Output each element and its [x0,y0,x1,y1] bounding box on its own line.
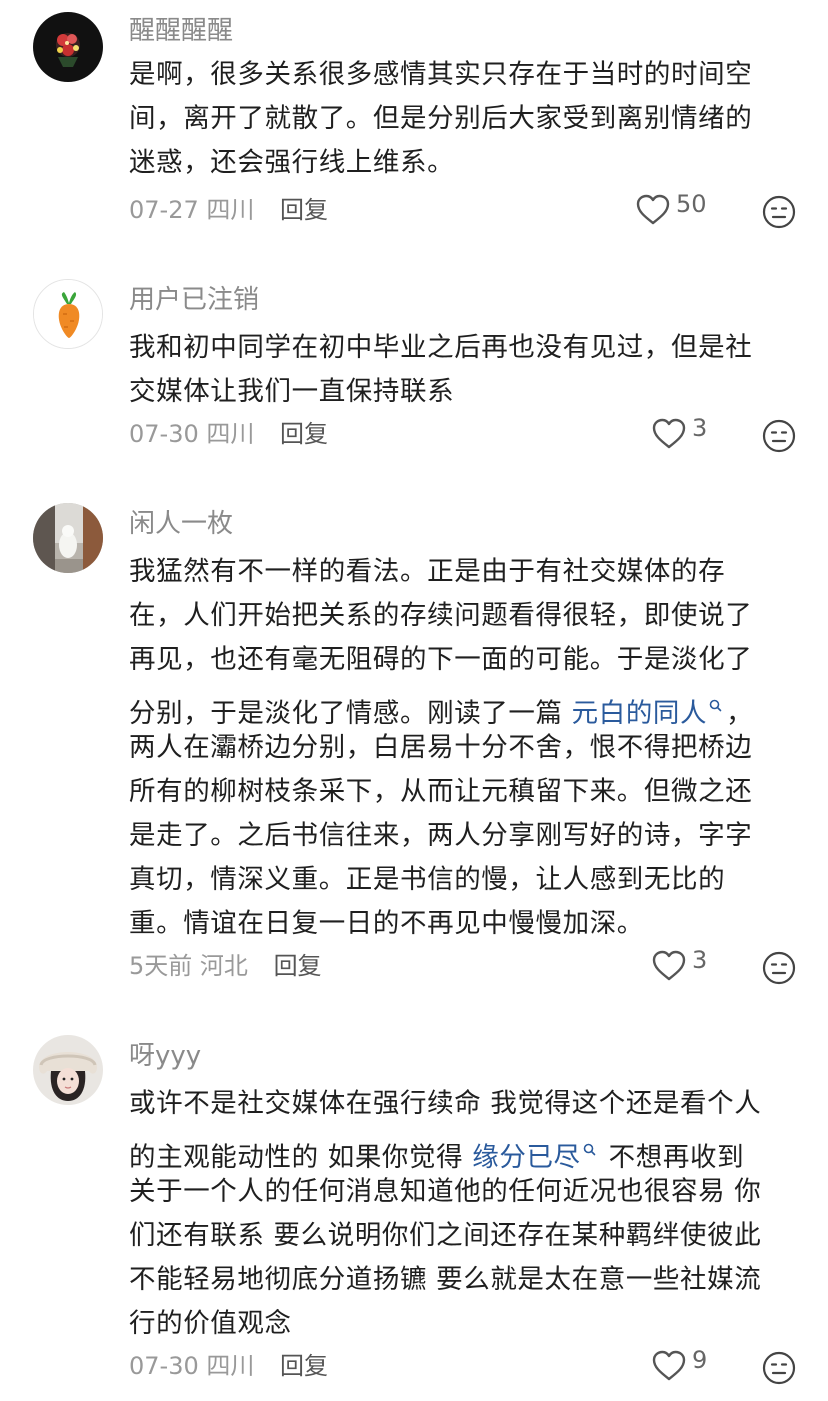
comment-line: 行的价值观念 [129,1302,799,1346]
text-segment: 或许不是社交媒体在强行续命 我觉得这个还是看个人 [129,1088,762,1119]
comment-line: 或许不是社交媒体在强行续命 我觉得这个还是看个人 [129,1082,799,1126]
username[interactable]: 呀yyy [129,1040,201,1072]
text-segment: 的主观能动性的 如果你觉得 [129,1142,473,1173]
comment-item: 呀yyy 或许不是社交媒体在强行续命 我觉得这个还是看个人 的主观能动性的 如果你… [0,0,828,1401]
text-segment: 们还有联系 要么说明你们之间还存在某种羁绊使彼此 [129,1220,762,1251]
text-segment: 行的价值观念 [129,1308,292,1339]
comment-text: 或许不是社交媒体在强行续命 我觉得这个还是看个人 的主观能动性的 如果你觉得 缘分… [129,1082,799,1346]
text-segment: 不能轻易地彻底分道扬镳 要么就是太在意一些社媒流 [129,1264,762,1295]
comment-date: 07-30 [129,1352,199,1380]
heart-outline-icon [652,1350,686,1386]
like-count: 9 [692,1346,708,1374]
like-button[interactable]: 9 [652,1346,707,1386]
text-segment: 不想再收到 [599,1142,745,1173]
comment-line: 不能轻易地彻底分道扬镳 要么就是太在意一些社媒流 [129,1258,799,1302]
avatar[interactable] [33,1035,103,1105]
comment-line: 的主观能动性的 如果你觉得 缘分已尽 不想再收到 [129,1126,799,1173]
topic-link[interactable]: 缘分已尽 [472,1142,580,1173]
comment-line: 关于一个人的任何消息知道他的任何近况也很容易 你 [129,1170,799,1214]
comment-meta: 07-30 四川 回复 [129,1351,328,1381]
reply-button[interactable]: 回复 [280,1352,328,1380]
comment-line: 们还有联系 要么说明你们之间还存在某种羁绊使彼此 [129,1214,799,1258]
text-segment: 关于一个人的任何消息知道他的任何近况也很容易 你 [129,1176,762,1207]
comment-location: 四川 [206,1352,255,1380]
neutral-face-icon[interactable] [762,1351,796,1385]
search-icon[interactable] [583,1126,596,1170]
